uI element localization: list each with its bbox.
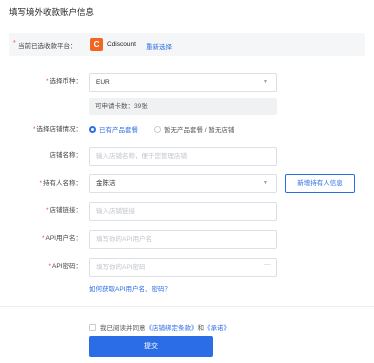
hide-password-icon[interactable]: ⁻⁻⁻ bbox=[263, 259, 270, 276]
holder-name-value: 金陈洁 bbox=[96, 180, 116, 187]
platform-name: Cdiscount bbox=[107, 41, 136, 48]
available-cards-info: 可申请卡数：39张 bbox=[89, 98, 277, 115]
required-marker: * bbox=[13, 40, 16, 47]
required-marker: * bbox=[45, 78, 49, 85]
store-status-label: *选择店铺情况： bbox=[32, 126, 82, 133]
divider bbox=[0, 306, 374, 307]
binding-terms-link[interactable]: 《店铺绑定条款》 bbox=[146, 325, 198, 332]
submit-button[interactable]: 提交 bbox=[89, 336, 213, 357]
add-holder-button[interactable]: 新增持有人信息 bbox=[285, 174, 355, 193]
radio-no-products[interactable]: 暂无产品套餐 / 暂无店铺 bbox=[154, 124, 234, 134]
api-username-label: *API用户名： bbox=[41, 235, 82, 242]
store-name-label: 店铺名称： bbox=[49, 152, 83, 159]
promise-link[interactable]: 《承诺》 bbox=[204, 325, 230, 332]
agreement-checkbox[interactable] bbox=[89, 323, 96, 331]
currency-label: *选择币种： bbox=[45, 78, 82, 85]
chevron-down-icon: ▼ bbox=[263, 79, 268, 85]
chevron-down-icon: ▼ bbox=[263, 180, 268, 186]
api-help-link[interactable]: 如何获取API用户名、密码？ bbox=[89, 283, 171, 293]
currency-value: EUR bbox=[96, 79, 110, 86]
agreement-text: 我已阅读并同意 bbox=[100, 325, 146, 332]
required-marker: * bbox=[45, 207, 49, 214]
platform-label: 当前已选收款平台： bbox=[18, 43, 77, 50]
store-link-input[interactable]: 输入店铺链接 bbox=[89, 202, 277, 221]
api-password-input[interactable]: 填写你的API密码 ⁻⁻⁻ bbox=[89, 258, 277, 277]
required-marker: * bbox=[39, 180, 42, 187]
currency-select[interactable]: EUR ▼ bbox=[89, 73, 277, 92]
selected-platform-bar: * 当前已选收款平台： C Cdiscount 重新选择 bbox=[9, 33, 365, 56]
store-link-label: *店铺链接： bbox=[45, 207, 82, 214]
radio-has-products[interactable]: 已有产品套餐 bbox=[89, 124, 138, 134]
api-password-label: *API密码： bbox=[48, 263, 82, 270]
radio-checked-icon bbox=[89, 125, 96, 133]
agreement-row: 我已阅读并同意《店铺绑定条款》和《承诺》 bbox=[89, 322, 230, 332]
page-title: 填写境外收款账户信息 bbox=[9, 7, 95, 17]
api-username-input[interactable]: 填写你的API用户名 bbox=[89, 230, 277, 249]
required-marker: * bbox=[48, 263, 52, 270]
radio-unchecked-icon bbox=[154, 125, 161, 133]
store-name-input[interactable]: 输入店铺名称，便于您管理店铺 bbox=[89, 147, 277, 166]
required-marker: * bbox=[32, 126, 36, 133]
required-marker: * bbox=[41, 235, 45, 242]
cdiscount-logo-icon: C bbox=[90, 38, 103, 51]
holder-name-label: *持有人名称： bbox=[39, 180, 82, 187]
reselect-platform-link[interactable]: 重新选择 bbox=[146, 41, 172, 51]
holder-name-select[interactable]: 金陈洁 ▼ bbox=[89, 174, 277, 193]
